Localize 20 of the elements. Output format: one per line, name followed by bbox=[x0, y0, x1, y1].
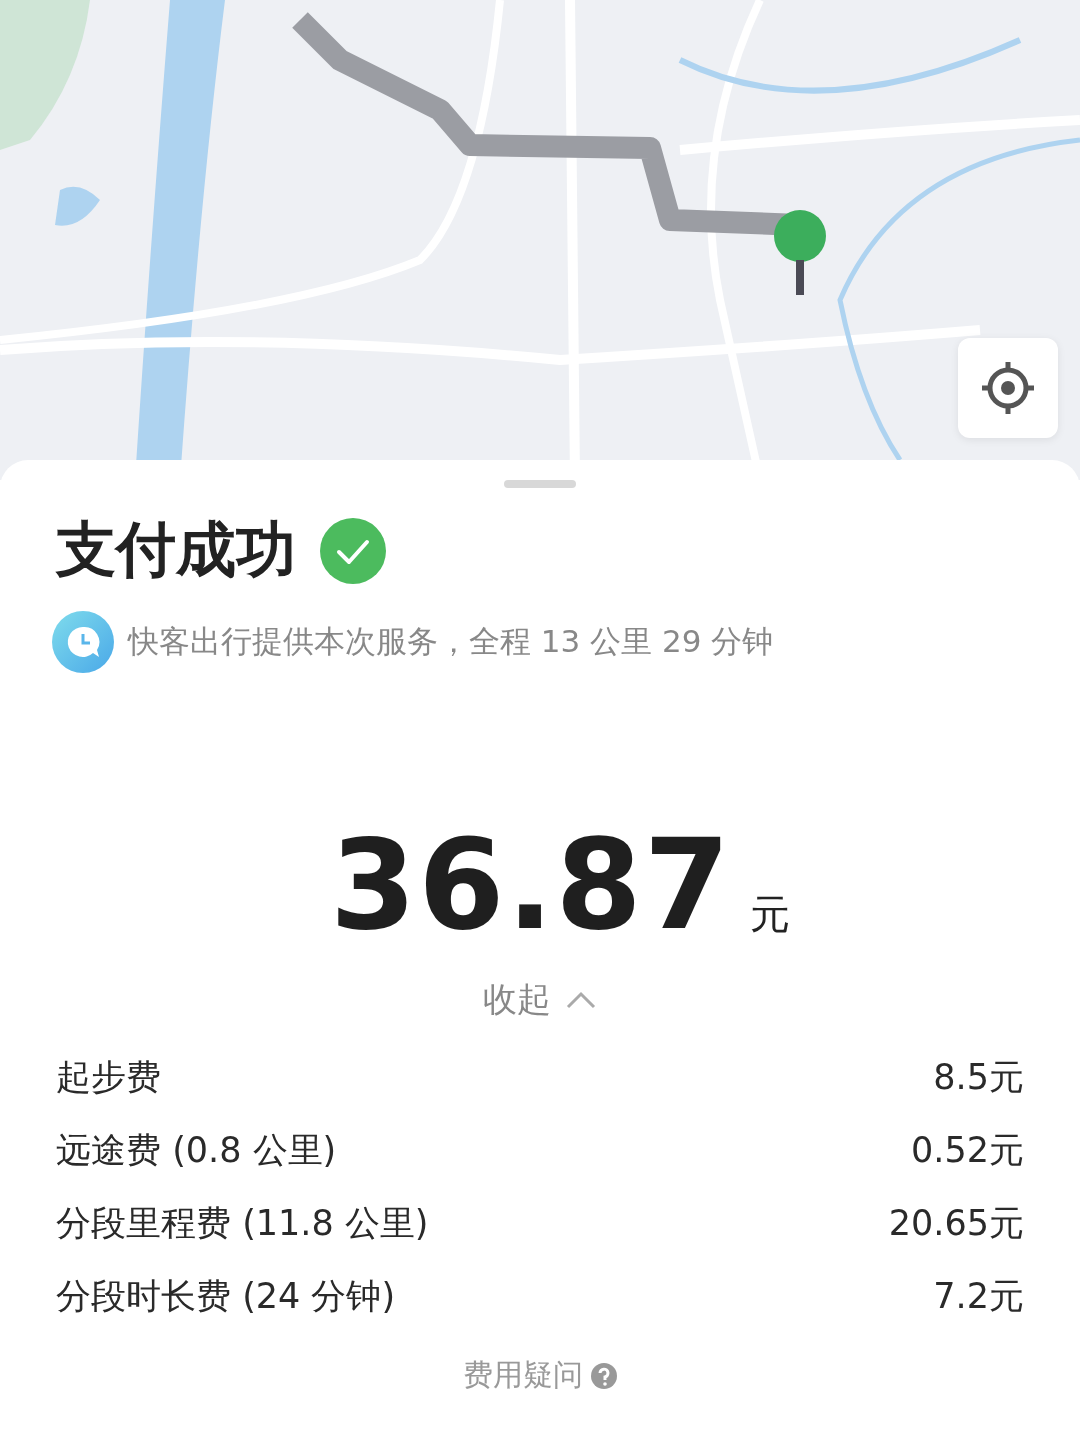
locate-button[interactable] bbox=[958, 338, 1058, 438]
fee-label: 远途费 (0.8 公里) bbox=[56, 1129, 337, 1172]
collapse-toggle[interactable]: 收起 bbox=[475, 973, 605, 1027]
fee-label: 分段里程费 (11.8 公里) bbox=[56, 1202, 429, 1245]
trip-summary: 快客出行提供本次服务，全程 13 公里 29 分钟 bbox=[128, 622, 774, 661]
help-icon bbox=[591, 1362, 617, 1389]
currency-unit: 元 bbox=[750, 890, 791, 939]
fee-value: 0.52元 bbox=[911, 1129, 1024, 1172]
fee-label: 分段时长费 (24 分钟) bbox=[56, 1275, 396, 1318]
drag-handle[interactable] bbox=[504, 480, 576, 488]
fee-question-link[interactable]: 费用疑问 bbox=[463, 1355, 617, 1396]
fare-amount: 36.87 bbox=[329, 813, 733, 957]
payment-title: 支付成功 bbox=[56, 513, 296, 586]
chevron-icon bbox=[565, 990, 597, 1010]
locate-icon bbox=[980, 360, 1036, 416]
fee-value: 20.65元 bbox=[888, 1202, 1024, 1245]
fee-value: 7.2元 bbox=[933, 1275, 1024, 1318]
fee-value: 8.5元 bbox=[933, 1056, 1024, 1099]
clock-bubble-icon bbox=[52, 611, 114, 673]
fee-label: 起步费 bbox=[56, 1056, 161, 1099]
